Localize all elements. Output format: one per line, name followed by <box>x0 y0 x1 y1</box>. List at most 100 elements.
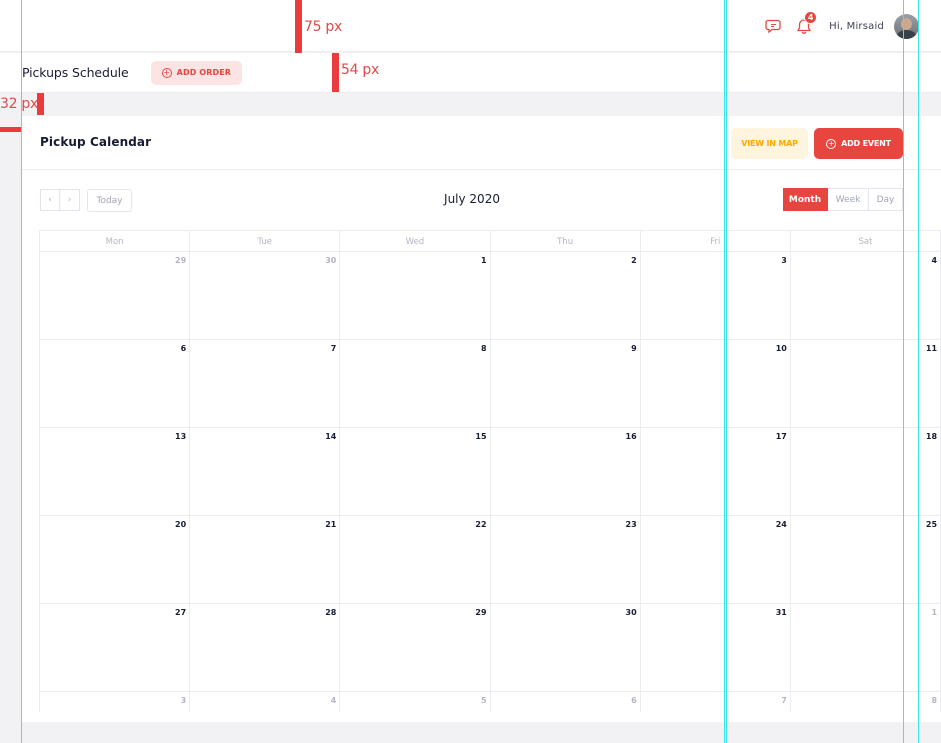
card-title: Pickup Calendar <box>40 135 152 149</box>
day-number: 4 <box>931 256 938 265</box>
day-cell[interactable]: 14 <box>190 428 341 515</box>
day-number: 23 <box>625 520 637 529</box>
user-greeting[interactable]: Hi, Mirsaid <box>829 21 884 32</box>
guide-line <box>918 0 919 743</box>
day-cell[interactable]: 28 <box>190 604 341 691</box>
day-cell[interactable]: 30 <box>491 604 641 691</box>
day-number: 24 <box>775 520 787 529</box>
chat-button[interactable] <box>759 12 789 40</box>
today-button[interactable]: Today <box>87 189 132 212</box>
day-number: 3 <box>781 256 787 265</box>
day-cell[interactable]: 6 <box>491 692 641 712</box>
day-cell[interactable]: 29 <box>340 604 491 691</box>
day-number: 10 <box>775 344 787 353</box>
subheader-height-label: 54 px <box>341 62 379 78</box>
day-cell[interactable]: 30 <box>190 252 341 339</box>
day-number: 16 <box>625 432 637 441</box>
day-number: 7 <box>330 344 337 353</box>
weekday-thu: Thu <box>491 231 641 252</box>
day-number: 20 <box>175 520 187 529</box>
day-cell[interactable]: 3 <box>40 692 191 712</box>
day-number: 11 <box>925 344 938 353</box>
day-number: 27 <box>175 608 187 617</box>
day-cell[interactable]: 1 <box>340 252 491 339</box>
weekday-wed: Wed <box>340 231 491 252</box>
day-number: 25 <box>925 520 938 529</box>
day-cell[interactable]: 8 <box>340 340 491 427</box>
day-cell[interactable]: 7 <box>641 692 791 712</box>
day-cell[interactable]: 3 <box>641 252 791 339</box>
guide-line <box>903 0 904 743</box>
week-row: 29 30 1 2 3 4 <box>40 252 941 340</box>
notifications-button[interactable]: 4 <box>789 11 819 40</box>
day-cell[interactable]: 16 <box>491 428 641 515</box>
week-row: 13 14 15 16 17 18 <box>40 428 941 516</box>
next-month-button[interactable]: › <box>60 189 80 211</box>
day-cell[interactable]: 21 <box>190 516 341 603</box>
day-number: 7 <box>781 696 787 705</box>
day-cell[interactable]: 4 <box>190 692 341 712</box>
day-cell[interactable]: 23 <box>491 516 641 603</box>
card-header: Pickup Calendar VIEW IN MAP + ADD EVENT <box>22 116 941 170</box>
view-month-button[interactable]: Month <box>783 188 828 211</box>
guide-line <box>724 0 725 743</box>
day-number: 29 <box>175 256 187 265</box>
day-cell[interactable]: 27 <box>40 604 191 691</box>
plus-icon: + <box>161 67 172 78</box>
day-number: 28 <box>325 608 337 617</box>
day-number: 31 <box>775 608 787 617</box>
week-row: 27 28 29 30 31 1 <box>40 604 941 692</box>
day-number: 8 <box>931 696 938 705</box>
day-cell[interactable]: 17 <box>641 428 791 515</box>
header-height-label: 75 px <box>304 19 342 35</box>
day-cell[interactable]: 9 <box>491 340 641 427</box>
day-cell[interactable]: 13 <box>40 428 191 515</box>
day-cell[interactable]: 5 <box>340 692 491 712</box>
day-number: 6 <box>180 344 187 353</box>
day-number: 14 <box>325 432 337 441</box>
day-number: 13 <box>175 432 187 441</box>
day-cell[interactable]: 22 <box>340 516 491 603</box>
day-cell[interactable]: 29 <box>40 252 191 339</box>
chat-icon <box>765 19 781 34</box>
view-day-button[interactable]: Day <box>869 188 903 211</box>
calendar-title: July 2020 <box>444 192 500 206</box>
day-number: 9 <box>631 344 637 353</box>
calendar-nav: ‹ › <box>40 189 80 211</box>
chevron-left-icon: ‹ <box>48 195 52 205</box>
day-cell[interactable]: 7 <box>190 340 341 427</box>
view-switcher: Month Week Day <box>783 188 903 211</box>
chevron-right-icon: › <box>67 195 72 205</box>
day-cell[interactable]: 2 <box>491 252 641 339</box>
plus-icon: + <box>826 138 837 149</box>
subheader-height-marker <box>332 53 339 92</box>
add-event-label: ADD EVENT <box>841 139 891 148</box>
day-cell[interactable]: 31 <box>641 604 791 691</box>
day-number: 29 <box>475 608 487 617</box>
add-event-button[interactable]: + ADD EVENT <box>814 128 903 159</box>
view-week-button[interactable]: Week <box>828 188 869 211</box>
day-number: 6 <box>631 696 637 705</box>
prev-month-button[interactable]: ‹ <box>40 189 60 211</box>
margin-label: 32 px <box>0 96 38 112</box>
avatar[interactable] <box>894 13 919 39</box>
day-number: 15 <box>475 432 487 441</box>
view-in-map-button[interactable]: VIEW IN MAP <box>731 128 808 159</box>
add-order-button[interactable]: + ADD ORDER <box>150 60 243 85</box>
day-cell[interactable]: 10 <box>641 340 791 427</box>
day-number: 1 <box>480 256 487 265</box>
day-cell[interactable]: 15 <box>340 428 491 515</box>
day-number: 4 <box>330 696 337 705</box>
pickup-calendar-card: Pickup Calendar VIEW IN MAP + ADD EVENT … <box>22 116 941 722</box>
day-cell[interactable]: 24 <box>641 516 791 603</box>
day-cell[interactable]: 20 <box>40 516 191 603</box>
weekday-header: Mon Tue Wed Thu Fri Sat <box>40 231 941 252</box>
day-number: 1 <box>931 608 938 617</box>
day-cell[interactable]: 6 <box>40 340 191 427</box>
notification-badge: 4 <box>804 11 818 24</box>
day-number: 21 <box>325 520 337 529</box>
day-number: 30 <box>625 608 637 617</box>
day-number: 8 <box>480 344 487 353</box>
week-row: 20 21 22 23 24 25 <box>40 516 941 604</box>
week-row: 6 7 8 9 10 11 <box>40 340 941 428</box>
